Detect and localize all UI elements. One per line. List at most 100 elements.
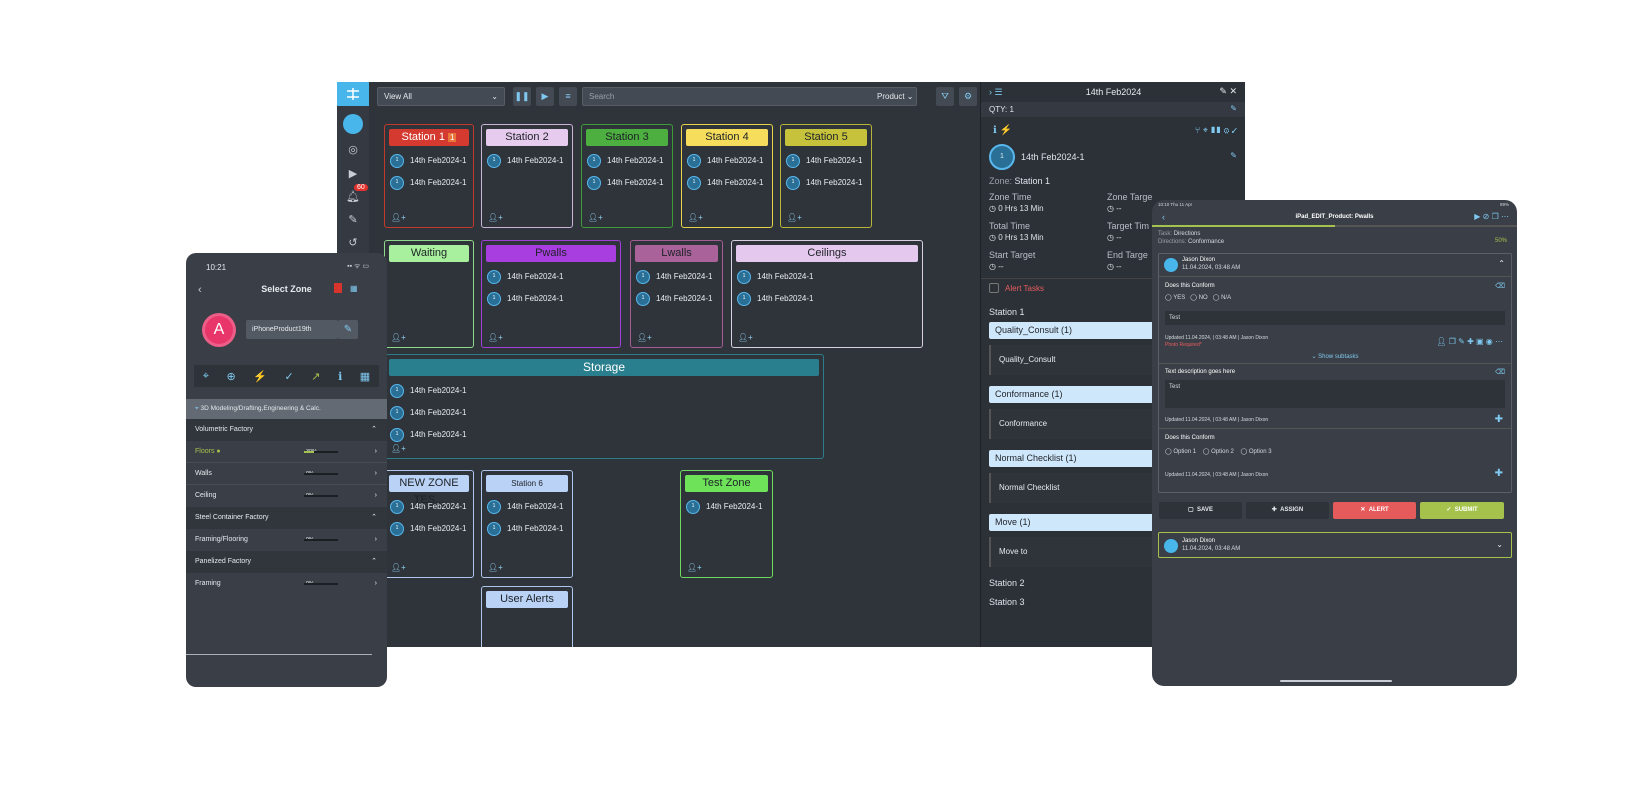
list-item[interactable]: 1 14th Feb2024-1: [487, 291, 564, 307]
eraser-icon[interactable]: ⌫: [1495, 282, 1505, 290]
list-item[interactable]: 1 14th Feb2024-1: [487, 269, 564, 285]
list-item[interactable]: 1 14th Feb2024-1: [390, 521, 467, 537]
add-user-icon[interactable]: 👤︎+: [391, 213, 406, 222]
pause-button[interactable]: ❚❚: [513, 87, 531, 106]
list-item[interactable]: 1 14th Feb2024-1: [786, 175, 863, 191]
add-user-icon[interactable]: 👤︎+: [488, 213, 503, 222]
location-icon[interactable]: ⌖: [203, 370, 209, 383]
add-user-icon[interactable]: 👤︎+: [588, 213, 603, 222]
task-header[interactable]: Move (1): [989, 514, 1159, 531]
list-item[interactable]: 1 14th Feb2024-1: [487, 521, 564, 537]
add-user-icon[interactable]: 👤︎+: [738, 333, 753, 342]
crosshair-icon[interactable]: ⊕: [227, 370, 236, 383]
submit-button[interactable]: ✓ SUBMIT: [1420, 502, 1504, 519]
task-item[interactable]: Quality_Consult: [989, 345, 1159, 375]
add-user-icon[interactable]: 👤︎+: [488, 333, 503, 342]
target-icon[interactable]: ◎: [345, 142, 361, 158]
add-user-icon[interactable]: 👤︎+: [391, 333, 406, 342]
add-user-icon[interactable]: 👤︎+: [688, 213, 703, 222]
zone-station-1[interactable]: Station 1 1 1 14th Feb2024-1 1 14th Feb202…: [384, 124, 474, 228]
list-item[interactable]: 1 14th Feb2024-1: [390, 427, 467, 443]
group-header[interactable]: Panelized Factory ⌃: [186, 551, 387, 573]
add-user-icon[interactable]: 👤︎+: [488, 563, 503, 572]
play-circle-icon[interactable]: ▶: [345, 166, 361, 182]
list-item[interactable]: 1 14th Feb2024-1: [737, 269, 814, 285]
alert-tasks-checkbox[interactable]: [989, 283, 999, 293]
answer-input[interactable]: Test: [1165, 311, 1505, 325]
edit-icon[interactable]: ✎: [1230, 104, 1237, 113]
view-select[interactable]: View All ⌄: [377, 87, 505, 106]
action-icons[interactable]: ⑂ ⌖ ❚❚ ⚙ ✓: [1195, 125, 1237, 136]
list-item[interactable]: 1 14th Feb2024-1: [786, 153, 863, 169]
list-item[interactable]: 1 14th Feb2024-1: [686, 499, 763, 515]
zone-lwalls[interactable]: Lwalls 1 14th Feb2024-1 1 14th Feb2024-1 👤…: [630, 240, 723, 348]
save-button[interactable]: ▢ SAVE: [1159, 502, 1242, 519]
add-user-icon[interactable]: 👤︎+: [637, 333, 652, 342]
zone-new-zone-test[interactable]: NEW ZONE TES... 1 14th Feb2024-1 1 14th Fe…: [384, 470, 474, 578]
task-item[interactable]: Normal Checklist: [989, 473, 1159, 503]
group-header[interactable]: Steel Container Factory ⌃: [186, 507, 387, 529]
add-user-icon[interactable]: 👤︎+: [391, 444, 406, 453]
station-label[interactable]: Station 3: [989, 597, 1025, 607]
add-user-icon[interactable]: 👤︎+: [687, 563, 702, 572]
list-item[interactable]: 1 14th Feb2024-1: [737, 291, 814, 307]
pause-icon[interactable]: [334, 283, 342, 293]
collapse-icon[interactable]: ⌃: [1498, 259, 1505, 268]
list-item[interactable]: 1 14th Feb2024-1: [390, 405, 467, 421]
list-item[interactable]: 1 14th Feb2024-1: [390, 383, 467, 399]
radio-group[interactable]: ◯ Option 1 ◯ Option 2 ◯ Option 3: [1165, 448, 1272, 455]
zone-ceilings[interactable]: Ceilings 1 14th Feb2024-1 1 14th Feb2024-1…: [731, 240, 923, 348]
search-input[interactable]: Search: [582, 87, 917, 106]
list-item[interactable]: Floors ●30%›: [186, 441, 387, 463]
zone-station-3[interactable]: Station 3 1 14th Feb2024-1 1 14th Feb2024-…: [581, 124, 673, 228]
info-icon[interactable]: ℹ: [338, 370, 342, 383]
list-item[interactable]: 1 14th Feb2024-1: [487, 499, 564, 515]
zone-storage[interactable]: Storage 1 14th Feb2024-1 1 14th Feb2024-1 …: [384, 354, 824, 459]
grid-icon[interactable]: ▦: [350, 284, 358, 293]
qr-icon[interactable]: ▦: [360, 370, 370, 383]
edit-close-icon[interactable]: ✎ ✕: [1219, 86, 1237, 97]
edit-icon[interactable]: ✎: [338, 320, 358, 339]
add-icon[interactable]: ✚: [1495, 468, 1503, 479]
home-icon[interactable]: [343, 114, 363, 134]
location-row[interactable]: ⌖ 3D Modeling/Drafting,Engineering & Cal…: [186, 399, 387, 419]
info-icon[interactable]: ℹ ⚡: [993, 125, 1012, 136]
expand-icon[interactable]: ⌄: [1496, 540, 1503, 549]
zone-user-alerts[interactable]: User Alerts: [481, 586, 573, 647]
bolt-icon[interactable]: ⚡: [253, 370, 267, 383]
history-icon[interactable]: ↺: [345, 235, 361, 251]
list-item[interactable]: 1 14th Feb2024-1: [487, 153, 564, 169]
group-header[interactable]: Volumetric Factory ⌃: [186, 419, 387, 441]
settings-icon[interactable]: ⚙: [959, 87, 977, 106]
play-button[interactable]: ▶: [536, 87, 554, 106]
alert-button[interactable]: ✕ ALERT: [1333, 502, 1416, 519]
logo-icon[interactable]: [337, 82, 369, 106]
task-item[interactable]: Move to: [989, 537, 1159, 567]
check-icon[interactable]: ✓: [285, 370, 294, 383]
list-item[interactable]: 1 14th Feb2024-1: [390, 175, 467, 191]
show-subtasks-link[interactable]: ⌄ Show subtasks: [1159, 353, 1511, 360]
wrench-icon[interactable]: ✎: [345, 212, 361, 228]
add-icon[interactable]: ✚: [1495, 414, 1503, 425]
collapsed-task-card[interactable]: Jason Dixon 11.04.2024, 03:48 AM ⌄: [1158, 532, 1512, 558]
description-textarea[interactable]: Test: [1165, 380, 1505, 408]
list-item[interactable]: 1 14th Feb2024-1: [636, 269, 713, 285]
list-item[interactable]: 1 14th Feb2024-1: [390, 499, 467, 515]
list-item[interactable]: 1 14th Feb2024-1: [687, 153, 764, 169]
list-item[interactable]: 1 14th Feb2024-1: [687, 175, 764, 191]
list-item[interactable]: 1 14th Feb2024-1: [636, 291, 713, 307]
filter-icon[interactable]: ⛛: [936, 87, 954, 106]
task-header[interactable]: Conformance (1): [989, 386, 1159, 403]
filter-list-button[interactable]: ≡: [559, 87, 577, 106]
zone-pwalls[interactable]: Pwalls 1 14th Feb2024-1 1 14th Feb2024-1 👤…: [481, 240, 621, 348]
add-user-icon[interactable]: 👤︎+: [391, 563, 406, 572]
task-action-icons[interactable]: 👤︎ ❐ ✎ ✚ ▣ ◉ ⋯: [1436, 337, 1503, 346]
zone-station-5[interactable]: Station 5 1 14th Feb2024-1 1 14th Feb2024-…: [780, 124, 872, 228]
assign-button[interactable]: ✚ ASSIGN: [1246, 502, 1329, 519]
zone-station-2[interactable]: Station 2 1 14th Feb2024-1 👤︎+: [481, 124, 573, 228]
list-item[interactable]: Ceiling0%›: [186, 485, 387, 507]
zone-waiting[interactable]: Waiting 👤︎+: [384, 240, 474, 348]
list-item[interactable]: Walls0%›: [186, 463, 387, 485]
product-field[interactable]: iPhoneProduct19th: [246, 320, 338, 339]
list-item[interactable]: Framing0%›: [186, 573, 387, 595]
